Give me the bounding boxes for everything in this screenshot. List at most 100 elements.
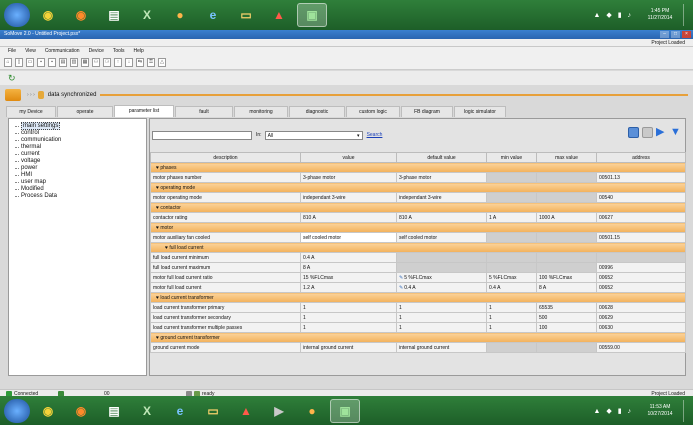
tree-item-communication[interactable]: communication <box>15 137 146 144</box>
group-ground-current-transformer[interactable]: ♥ ground current transformer <box>150 332 686 343</box>
menu-tools[interactable]: Tools <box>113 47 125 55</box>
tree-item-hmi[interactable]: HMI <box>15 172 146 179</box>
menu-communication[interactable]: Communication <box>45 47 80 55</box>
import-icon[interactable]: ▦ <box>81 57 89 67</box>
tray-icons[interactable]: ▲ ◆ ▮ ♪ <box>594 407 634 415</box>
col-address[interactable]: address <box>596 152 686 163</box>
clock[interactable]: 11:53 AM 10/27/2014 <box>643 404 677 418</box>
minimize-button[interactable]: – <box>660 31 669 38</box>
cell-value[interactable]: internal ground current <box>300 342 397 353</box>
menu-view[interactable]: View <box>25 47 36 55</box>
tree-item-user-map[interactable]: user map <box>15 179 146 186</box>
show-desktop-button[interactable] <box>683 400 689 422</box>
tab-my-device[interactable]: my Device <box>6 106 56 117</box>
lock-icon[interactable]: ⚿ <box>147 57 155 67</box>
tray-icons[interactable]: ▲ ◆ ▮ ♪ <box>594 11 634 19</box>
home-icon[interactable]: ⌂ <box>4 57 12 67</box>
group-contactor[interactable]: ♥ contactor <box>150 202 686 213</box>
tab-monitoring[interactable]: monitoring <box>234 106 288 117</box>
menu-device[interactable]: Device <box>89 47 104 55</box>
cell-value[interactable]: 3-phase motor <box>300 172 397 183</box>
refresh-icon[interactable]: ↻ <box>8 73 17 83</box>
col-min-value[interactable]: min value <box>486 152 537 163</box>
tree-item-process-data[interactable]: Process Data <box>15 193 146 200</box>
menu-help[interactable]: Help <box>134 47 144 55</box>
col-default-value[interactable]: default value <box>396 152 487 163</box>
device-panel-toggle[interactable] <box>5 89 21 101</box>
connect-icon[interactable]: ⚇ <box>92 57 100 67</box>
export-icon[interactable]: ▥ <box>70 57 78 67</box>
table-row[interactable]: load current transformer primary 1 1 1 6… <box>150 302 686 313</box>
windows-start-icon[interactable] <box>4 398 30 423</box>
tab-diagnostic[interactable]: diagnostic <box>289 106 345 117</box>
save-icon[interactable]: ▪ <box>37 57 45 67</box>
cell-value[interactable]: 15 %FLCmax <box>300 272 397 283</box>
next-icon[interactable]: ▶ <box>656 127 667 138</box>
cell-value[interactable]: 1 <box>300 302 397 313</box>
maximize-button[interactable]: □ <box>671 31 680 38</box>
tree-item-voltage[interactable]: voltage <box>15 158 146 165</box>
col-description[interactable]: description <box>150 152 301 163</box>
col-max-value[interactable]: max value <box>536 152 597 163</box>
cell-value[interactable]: independant 3-wire <box>300 192 397 203</box>
group-operating-mode[interactable]: ♥ operating mode <box>150 182 686 193</box>
folder-icon[interactable]: ▭ <box>198 399 228 423</box>
table-row[interactable]: load current transformer secondary 1 1 1… <box>150 312 686 323</box>
table-row[interactable]: motor auxiliary fan cooled self cooled m… <box>150 232 686 243</box>
download-icon[interactable]: ↓ <box>125 57 133 67</box>
tree-item-control[interactable]: control <box>15 130 146 137</box>
solver-icon[interactable]: ● <box>297 399 327 423</box>
open-icon[interactable]: ▭ <box>26 57 34 67</box>
new-icon[interactable]: ▯ <box>15 57 23 67</box>
list-view-icon[interactable] <box>642 127 653 138</box>
tab-parameter-list[interactable]: parameter list <box>114 105 174 117</box>
tab-operate[interactable]: operate <box>57 106 113 117</box>
table-row[interactable]: motor operating mode independant 3-wire … <box>150 192 686 203</box>
tab-fault[interactable]: fault <box>175 106 233 117</box>
col-value[interactable]: value <box>300 152 397 163</box>
table-row[interactable]: motor full load current 1.2 A 0.4 A 0.4 … <box>150 282 686 293</box>
group-phases[interactable]: ♥ phases <box>150 162 686 173</box>
cell-value[interactable]: self cooled motor <box>300 232 397 243</box>
media-icon[interactable]: ▶ <box>264 399 294 423</box>
acrobat-icon[interactable]: ▲ <box>231 399 261 423</box>
cell-value[interactable]: 1 <box>300 322 397 333</box>
tree-item-main-settings[interactable]: main settings <box>15 122 146 130</box>
table-view-icon[interactable] <box>628 127 639 138</box>
upload-icon[interactable]: ↑ <box>114 57 122 67</box>
print-icon[interactable]: ▤ <box>59 57 67 67</box>
compare-icon[interactable]: ⇆ <box>136 57 144 67</box>
tab-logic-simulator[interactable]: logic simulator <box>454 106 506 117</box>
search-scope-select[interactable]: All <box>264 130 363 140</box>
somove-icon[interactable]: ▣ <box>330 398 360 423</box>
warning-icon[interactable]: △ <box>158 57 166 67</box>
table-row[interactable]: ground current mode internal ground curr… <box>150 342 686 353</box>
table-row[interactable]: motor phases number 3-phase motor 3-phas… <box>150 172 686 183</box>
filter-icon[interactable]: ▼ <box>670 127 681 138</box>
table-row[interactable]: motor full load current ratio 15 %FLCmax… <box>150 272 686 283</box>
tree-item-power[interactable]: power <box>15 165 146 172</box>
excel-icon[interactable]: X <box>132 399 162 423</box>
search-input[interactable] <box>152 130 252 140</box>
table-row[interactable]: contactor rating 810 A 810 A 1 A 1000 A … <box>150 212 686 223</box>
table-row[interactable]: full load current minimum 0.4 A <box>150 252 686 263</box>
cell-value[interactable]: 1 <box>300 312 397 323</box>
clock[interactable]: 1:45 PM 11/27/2014 <box>643 8 677 22</box>
tree-item-thermal[interactable]: thermal <box>15 144 146 151</box>
firefox-icon[interactable]: ◉ <box>66 399 96 423</box>
ie-icon[interactable]: e <box>165 399 195 423</box>
table-row[interactable]: full load current maximum 8 A 00996 <box>150 262 686 273</box>
cell-value[interactable]: 1.2 A <box>300 282 397 293</box>
tab-fb-diagram[interactable]: FB diagram <box>401 106 453 117</box>
close-button[interactable]: × <box>682 31 691 38</box>
save-as-icon[interactable]: ▪ <box>48 57 56 67</box>
menu-file[interactable]: File <box>8 47 16 55</box>
group-load-current-transformer[interactable]: ♥ load current transformer <box>150 292 686 303</box>
table-row[interactable]: load current transformer multiple passes… <box>150 322 686 333</box>
group-full-load-current[interactable]: ♥ full load current <box>150 242 686 253</box>
tab-custom-logic[interactable]: custom logic <box>346 106 400 117</box>
tree-item-current[interactable]: current <box>15 151 146 158</box>
search-link[interactable]: Search <box>367 132 383 138</box>
disconnect-icon[interactable]: ⚆ <box>103 57 111 67</box>
files-icon[interactable]: ▤ <box>99 399 129 423</box>
